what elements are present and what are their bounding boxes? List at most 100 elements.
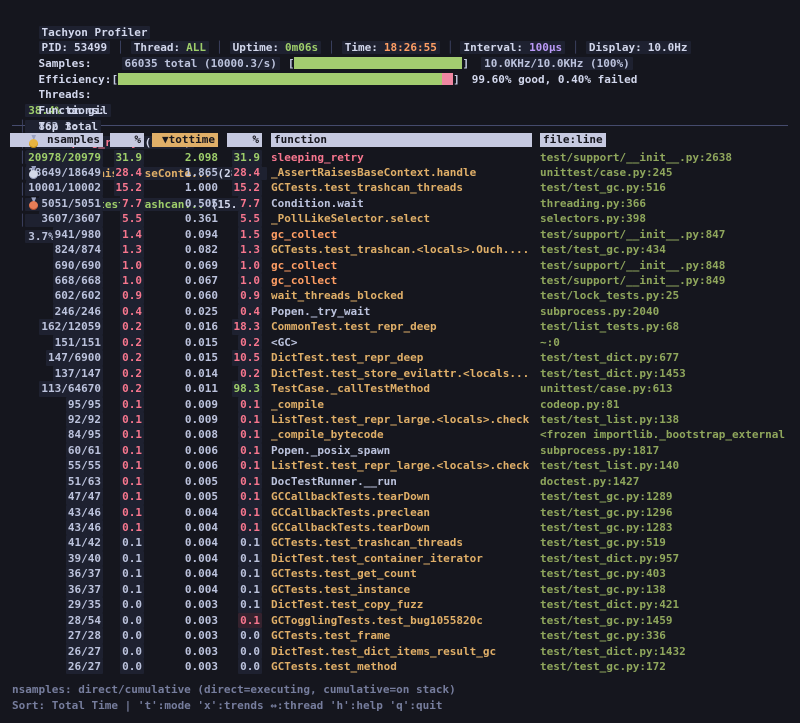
tottime-cell: 0.004 — [185, 506, 218, 519]
table-row[interactable]: 92/92 0.1 0.009 0.1 ListTest.test_repr_l… — [10, 412, 800, 427]
tottime-cell: 0.005 — [185, 475, 218, 488]
pct-direct-cell: 0.0 — [120, 644, 144, 659]
nsamples-cell: 113/64670 — [39, 381, 103, 396]
function-cell: DictTest.test_dict_items_result_gc — [271, 645, 496, 658]
pct-cumulative-cell: 5.5 — [238, 211, 262, 226]
nsamples-cell: 668/668 — [53, 273, 103, 288]
table-row[interactable]: 26/27 0.0 0.003 0.0 GCTests.test_method … — [10, 659, 800, 674]
tottime-cell: 0.004 — [185, 583, 218, 596]
table-row[interactable]: 29/35 0.0 0.003 0.1 DictTest.test_copy_f… — [10, 597, 800, 612]
file-line-cell: unittest/case.py:245 — [540, 166, 672, 179]
column-header-tottime-sorted[interactable]: ▼tottime — [152, 133, 218, 147]
pct-cumulative-cell: 1.0 — [238, 273, 262, 288]
column-header-pct-cumulative[interactable]: % — [227, 133, 262, 147]
table-row[interactable]: 602/602 0.9 0.060 0.9 wait_threads_block… — [10, 288, 800, 303]
pct-cumulative-cell: 0.2 — [238, 335, 262, 350]
table-row[interactable]: 690/690 1.0 0.069 1.0 gc_collect test/su… — [10, 258, 800, 273]
table-row[interactable]: 26/27 0.0 0.003 0.0 DictTest.test_dict_i… — [10, 644, 800, 659]
column-header-pct-direct[interactable]: % — [110, 133, 144, 147]
nsamples-cell: 36/37 — [66, 566, 103, 581]
pct-cumulative-cell: 0.1 — [238, 412, 262, 427]
table-row[interactable]: 84/95 0.1 0.008 0.1 _compile_bytecode <f… — [10, 427, 800, 442]
samples-bar-open-bracket: [ — [288, 57, 295, 70]
tottime-cell: 0.003 — [185, 645, 218, 658]
table-row[interactable]: 51/63 0.1 0.005 0.1 DocTestRunner.__run … — [10, 474, 800, 489]
table-row[interactable]: 36/37 0.1 0.004 0.1 GCTests.test_get_cou… — [10, 566, 800, 581]
tottime-cell: 0.008 — [185, 428, 218, 441]
table-row[interactable]: 5051/5051 7.7 0.505 7.7 Condition.wait t… — [10, 196, 800, 211]
thread-label: Thread: — [134, 41, 180, 54]
column-header-file-line[interactable]: file:line — [540, 133, 606, 147]
top3-row: Top 3: sleeping_retry (31.9%) │ _AssertR… — [0, 103, 800, 119]
table-row[interactable]: 147/6900 0.2 0.015 10.5 DictTest.test_re… — [10, 350, 800, 365]
pct-cumulative-cell: 0.1 — [238, 397, 262, 412]
pct-direct-cell: 0.1 — [120, 551, 144, 566]
function-cell: GCCallbackTests.tearDown — [271, 490, 430, 503]
file-line-cell: test/test_gc.py:1289 — [540, 490, 672, 503]
efficiency-fail-bar — [442, 73, 453, 85]
table-row[interactable]: 60/61 0.1 0.006 0.1 Popen._posix_spawn s… — [10, 443, 800, 458]
table-row[interactable]: 41/42 0.1 0.004 0.1 GCTests.test_trashca… — [10, 535, 800, 550]
pct-cumulative-cell: 31.9 — [232, 150, 263, 165]
function-cell: DictTest.test_copy_fuzz — [271, 598, 423, 611]
nsamples-cell: 162/12059 — [39, 319, 103, 334]
table-row[interactable]: 162/12059 0.2 0.016 18.3 CommonTest.test… — [10, 319, 800, 334]
tottime-cell: 0.025 — [185, 305, 218, 318]
table-row[interactable]: 36/37 0.1 0.004 0.1 GCTests.test_instanc… — [10, 582, 800, 597]
function-cell: Popen._try_wait — [271, 305, 370, 318]
table-row[interactable]: 20978/20979 31.9 2.098 31.9 sleeping_ret… — [10, 150, 800, 165]
samples-rate-text: 10.0KHz/10.0KHz (100%) — [481, 57, 633, 70]
file-line-cell: test/lock_tests.py:25 — [540, 289, 679, 302]
table-row[interactable]: 18649/18649 28.4 1.865 28.4 _AssertRaise… — [10, 165, 800, 180]
table-row[interactable]: 668/668 1.0 0.067 1.0 gc_collect test/su… — [10, 273, 800, 288]
table-row[interactable]: 137/147 0.2 0.014 0.2 DictTest.test_stor… — [10, 366, 800, 381]
table-row[interactable]: 151/151 0.2 0.015 0.2 <GC> ~:0 — [10, 335, 800, 350]
nsamples-cell: 147/6900 — [46, 350, 103, 365]
function-cell: GCTests.test_method — [271, 660, 397, 673]
pct-direct-cell: 0.1 — [120, 427, 144, 442]
footer-keybindings: Sort: Total Time | 't':mode 'x':trends ↔… — [0, 698, 800, 714]
function-cell: CommonTest.test_repr_deep — [271, 320, 437, 333]
table-row[interactable]: 47/47 0.1 0.005 0.1 GCCallbackTests.tear… — [10, 489, 800, 504]
column-header-nsamples[interactable]: nsamples — [10, 133, 103, 147]
efficiency-summary: 99.60% good, 0.40% failed — [472, 73, 638, 86]
pct-cumulative-cell: 28.4 — [232, 165, 263, 180]
tottime-cell: 0.067 — [185, 274, 218, 287]
nsamples-cell: 95/95 — [66, 397, 103, 412]
table-row[interactable]: 27/28 0.0 0.003 0.0 GCTests.test_frame t… — [10, 628, 800, 643]
table-row[interactable]: 28/54 0.0 0.003 0.1 GCTogglingTests.test… — [10, 613, 800, 628]
nsamples-cell: 60/61 — [66, 443, 103, 458]
nsamples-cell: 26/27 — [66, 659, 103, 674]
profiler-screen: Tachyon Profiler PID:53499│Thread:ALL│Up… — [0, 0, 800, 723]
table-row[interactable]: 39/40 0.1 0.004 0.1 DictTest.test_contai… — [10, 551, 800, 566]
pct-direct-cell: 1.0 — [120, 258, 144, 273]
table-row[interactable]: 10001/10002 15.2 1.000 15.2 GCTests.test… — [10, 180, 800, 195]
file-line-cell: <frozen importlib._bootstrap_external — [540, 428, 785, 441]
uptime-field: Uptime:0m06s — [230, 41, 321, 54]
footer-legend: nsamples: direct/cumulative (direct=exec… — [0, 682, 800, 698]
table-row[interactable]: 55/55 0.1 0.006 0.1 ListTest.test_repr_l… — [10, 458, 800, 473]
thread-field[interactable]: Thread:ALL — [131, 41, 209, 54]
table-row[interactable]: 246/246 0.4 0.025 0.4 Popen._try_wait su… — [10, 304, 800, 319]
table-row[interactable]: 824/874 1.3 0.082 1.3 GCTests.test_trash… — [10, 242, 800, 257]
function-cell: gc_collect — [271, 259, 337, 272]
pct-direct-cell: 0.1 — [120, 505, 144, 520]
table-row[interactable]: 113/64670 0.2 0.011 98.3 TestCase._callT… — [10, 381, 800, 396]
pid-value: 53499 — [74, 41, 107, 54]
function-cell: GCCallbackTests.preclean — [271, 506, 430, 519]
table-row[interactable]: 95/95 0.1 0.009 0.1 _compile codeop.py:8… — [10, 397, 800, 412]
file-line-cell: subprocess.py:2040 — [540, 305, 659, 318]
column-header-function[interactable]: function — [271, 133, 532, 147]
nsamples-cell: 151/151 — [53, 335, 103, 350]
file-line-cell: test/test_gc.py:1459 — [540, 614, 672, 627]
table-row[interactable]: 3607/3607 5.5 0.361 5.5 _PollLikeSelecto… — [10, 211, 800, 226]
nsamples-cell: 28/54 — [66, 613, 103, 628]
display-label: Display: — [589, 41, 642, 54]
table-row[interactable]: 941/980 1.4 0.094 1.5 gc_collect test/su… — [10, 227, 800, 242]
time-value: 18:26:55 — [384, 41, 437, 54]
table-row[interactable]: 43/46 0.1 0.004 0.1 GCCallbackTests.prec… — [10, 505, 800, 520]
pct-direct-cell: 0.2 — [120, 335, 144, 350]
nsamples-cell: 36/37 — [66, 582, 103, 597]
table-row[interactable]: 43/46 0.1 0.004 0.1 GCCallbackTests.tear… — [10, 520, 800, 535]
tottime-cell: 0.094 — [185, 228, 218, 241]
